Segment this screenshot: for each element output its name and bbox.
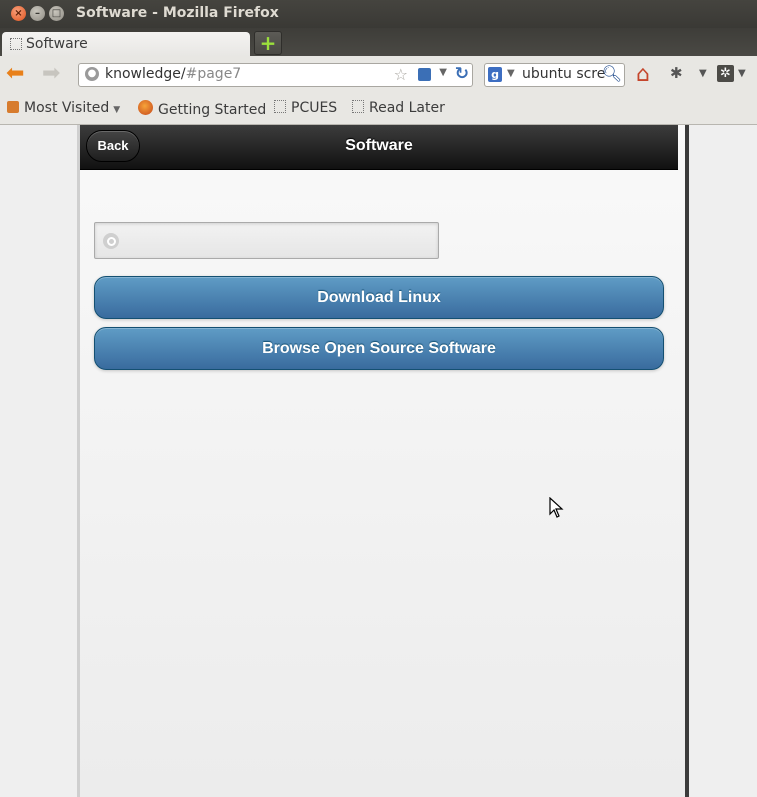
bookmark-star-icon[interactable]: ☆ xyxy=(394,65,408,84)
page-icon xyxy=(274,100,286,113)
bookmark-pcues[interactable]: PCUES xyxy=(274,100,337,116)
url-bar[interactable]: ● knowledge/#page7 ☆ ▼ ↻ xyxy=(78,63,473,87)
page-header: Back Software xyxy=(80,125,678,170)
window-minimize-button[interactable]: – xyxy=(30,6,45,21)
firefox-icon xyxy=(138,100,153,115)
window-maximize-button[interactable]: □ xyxy=(49,6,64,21)
window-close-button[interactable]: × xyxy=(11,6,26,21)
page-title: Software xyxy=(345,137,413,154)
search-input[interactable] xyxy=(125,228,429,254)
window-title: Software - Mozilla Firefox xyxy=(76,5,279,21)
tab-label: Software xyxy=(26,36,88,52)
puzzle-icon[interactable]: ✲ xyxy=(717,65,734,82)
search-icon[interactable]: 🔍︎ xyxy=(602,64,622,83)
page-icon xyxy=(10,38,22,50)
url-text[interactable]: knowledge/#page7 xyxy=(105,66,241,82)
bug-icon[interactable]: ✱ xyxy=(670,64,683,82)
new-tab-button[interactable]: + xyxy=(254,31,282,55)
mobile-app-frame: Back Software Download Linux Browse Open… xyxy=(77,125,689,797)
save-icon[interactable] xyxy=(418,68,431,81)
home-icon[interactable]: ⌂ xyxy=(636,62,650,87)
globe-icon: ● xyxy=(85,67,99,81)
page-icon xyxy=(352,100,364,113)
back-arrow-icon[interactable]: ⬅ xyxy=(6,62,24,86)
chevron-down-icon[interactable]: ▼ xyxy=(699,68,707,79)
page-viewport: Back Software Download Linux Browse Open… xyxy=(0,125,757,797)
bookmark-getting-started[interactable]: Getting Started xyxy=(138,100,266,118)
search-bar[interactable]: g ▼ ubuntu scree 🔍︎ xyxy=(484,63,625,87)
bookmarks-toolbar: Most Visited ▼ Getting Started PCUES Read… xyxy=(0,92,757,125)
forward-arrow-icon[interactable]: ➡ xyxy=(42,62,60,86)
chevron-down-icon: ▼ xyxy=(113,105,121,115)
download-linux-button[interactable]: Download Linux xyxy=(94,276,664,319)
reload-icon[interactable]: ↻ xyxy=(455,64,469,84)
tab-strip: Software xyxy=(0,28,757,56)
tab-software[interactable]: Software xyxy=(2,32,250,56)
chevron-down-icon[interactable]: ▼ xyxy=(507,68,515,79)
search-icon xyxy=(103,233,119,249)
folder-icon xyxy=(7,101,19,113)
chevron-down-icon[interactable]: ▼ xyxy=(738,68,746,79)
search-field[interactable] xyxy=(94,222,439,259)
google-icon[interactable]: g xyxy=(488,67,502,82)
bookmark-most-visited[interactable]: Most Visited ▼ xyxy=(7,100,120,116)
chevron-down-icon[interactable]: ▼ xyxy=(439,67,447,78)
window-titlebar: × – □ Software - Mozilla Firefox xyxy=(0,0,757,28)
bookmark-read-later[interactable]: Read Later xyxy=(352,100,445,116)
search-query[interactable]: ubuntu scree xyxy=(522,66,606,82)
browse-open-source-software-button[interactable]: Browse Open Source Software xyxy=(94,327,664,370)
